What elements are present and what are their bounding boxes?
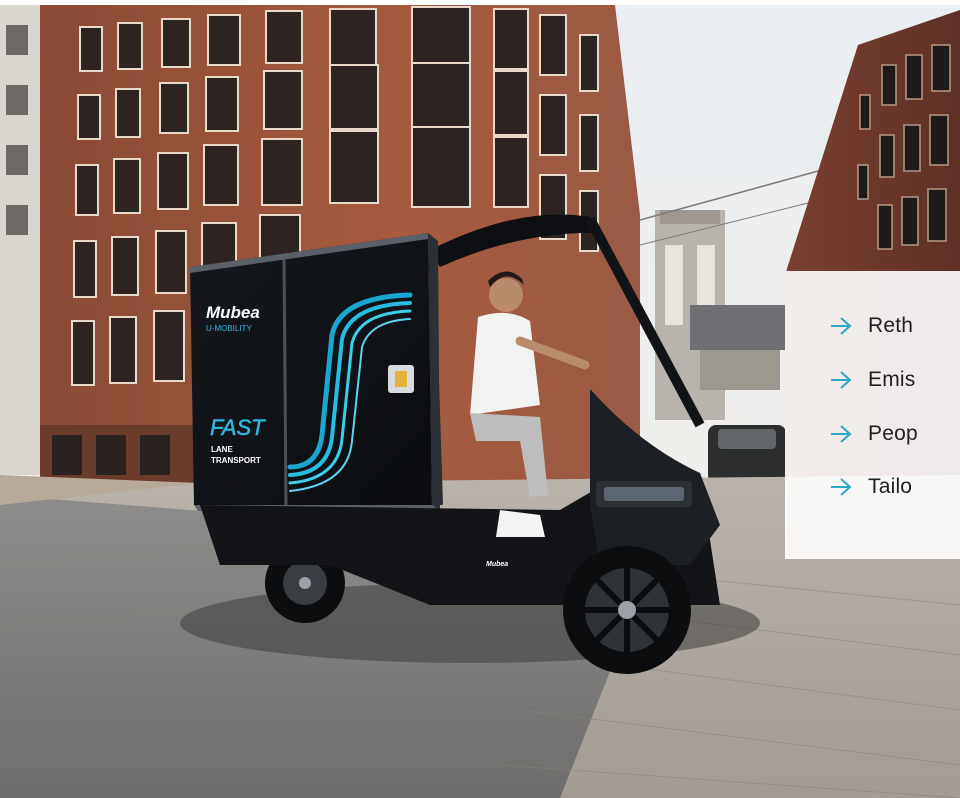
front-brand-logo: Mubea: [486, 561, 508, 568]
feature-panel: Reth Emis Peop Tailo: [785, 271, 960, 559]
arrow-right-icon: [831, 317, 852, 335]
feature-bullet: Emis: [830, 363, 915, 397]
arrow-right-icon: [831, 371, 852, 389]
slide: Mubea U-MOBILITY FAST LANE TRANSPORT Mub…: [0, 0, 960, 798]
feature-text: Reth: [868, 314, 914, 337]
feature-bullet: Reth: [830, 309, 913, 343]
box-transport-label: TRANSPORT: [211, 456, 261, 465]
box-brand-subtitle: U-MOBILITY: [206, 324, 252, 333]
box-lane-label: LANE: [211, 445, 233, 454]
arrow-right-icon: [831, 425, 852, 443]
feature-text: Tailo: [868, 475, 913, 498]
box-brand-logo: Mubea: [206, 303, 260, 322]
feature-text: Emis: [868, 368, 916, 391]
feature-bullet: Peop: [830, 417, 918, 451]
arrow-right-icon: [831, 478, 852, 496]
feature-text: Peop: [868, 422, 918, 445]
box-fast-label: FAST: [210, 415, 266, 440]
feature-bullet: Tailo: [830, 470, 912, 504]
